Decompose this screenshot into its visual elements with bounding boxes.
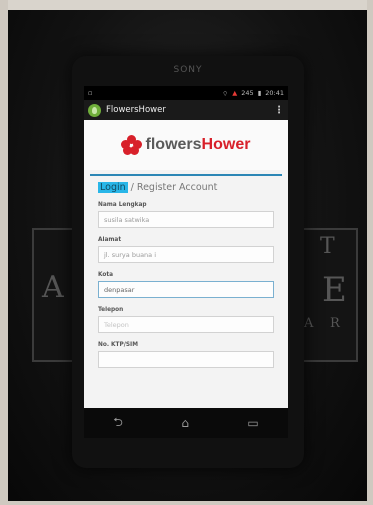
photo-edge bbox=[0, 501, 373, 505]
photo-edge bbox=[0, 0, 8, 505]
tab-login[interactable]: Login bbox=[98, 182, 128, 193]
phone-screen: ▫ ⌔ ▲ 245 ▮ 20:41 FlowersHower ⋮ flowers… bbox=[84, 86, 288, 408]
device-brand: SONY bbox=[173, 65, 203, 75]
poster-letter: A bbox=[42, 270, 64, 305]
overflow-menu-icon[interactable]: ⋮ bbox=[274, 105, 284, 116]
poster-letter: T bbox=[320, 234, 335, 259]
logo-banner: flowersHower bbox=[84, 120, 288, 170]
city-input[interactable]: denpasar bbox=[98, 281, 274, 298]
signal-icon: ▲ bbox=[232, 89, 238, 97]
poster-letter: A bbox=[304, 316, 314, 331]
address-label: Alamat bbox=[98, 237, 122, 243]
phone-label: Telepon bbox=[98, 307, 124, 313]
photo-edge bbox=[0, 0, 373, 10]
action-bar: FlowersHower ⋮ bbox=[84, 100, 288, 120]
register-form: Login / Register Account Nama Lengkap su… bbox=[84, 182, 288, 368]
phone-input[interactable]: Telepon bbox=[98, 316, 274, 333]
app-logo-icon[interactable] bbox=[88, 103, 101, 117]
photo-edge bbox=[367, 0, 373, 505]
notification-icon: ▫ bbox=[88, 89, 93, 97]
tab-separator: / bbox=[130, 182, 134, 193]
poster-letter: E bbox=[322, 270, 347, 310]
brand-logo-text: flowersHower bbox=[145, 136, 251, 153]
header-divider bbox=[90, 174, 282, 176]
city-label: Kota bbox=[98, 272, 114, 278]
flower-logo-icon bbox=[120, 135, 142, 155]
form-tabs: Login / Register Account bbox=[98, 182, 274, 193]
back-icon[interactable]: ⮌ bbox=[113, 413, 123, 434]
full-name-input[interactable]: susila satwika bbox=[98, 211, 274, 228]
id-number-label: No. KTP/SIM bbox=[98, 342, 138, 348]
recent-apps-icon[interactable]: ▭ bbox=[247, 416, 258, 430]
signal-strength: 245 bbox=[241, 89, 254, 97]
battery-icon: ▮ bbox=[257, 89, 262, 97]
id-number-input[interactable] bbox=[98, 351, 274, 368]
app-title: FlowersHower bbox=[106, 105, 166, 115]
wifi-icon: ⌔ bbox=[222, 89, 229, 98]
navigation-bar: ⮌ ⌂ ▭ bbox=[84, 408, 288, 438]
poster-letter: R bbox=[330, 316, 340, 331]
status-bar: ▫ ⌔ ▲ 245 ▮ 20:41 bbox=[84, 86, 288, 100]
status-time: 20:41 bbox=[265, 89, 284, 97]
full-name-label: Nama Lengkap bbox=[98, 202, 147, 208]
home-icon[interactable]: ⌂ bbox=[181, 416, 189, 430]
address-input[interactable]: jl. surya buana i bbox=[98, 246, 274, 263]
tab-register[interactable]: Register Account bbox=[137, 182, 218, 193]
